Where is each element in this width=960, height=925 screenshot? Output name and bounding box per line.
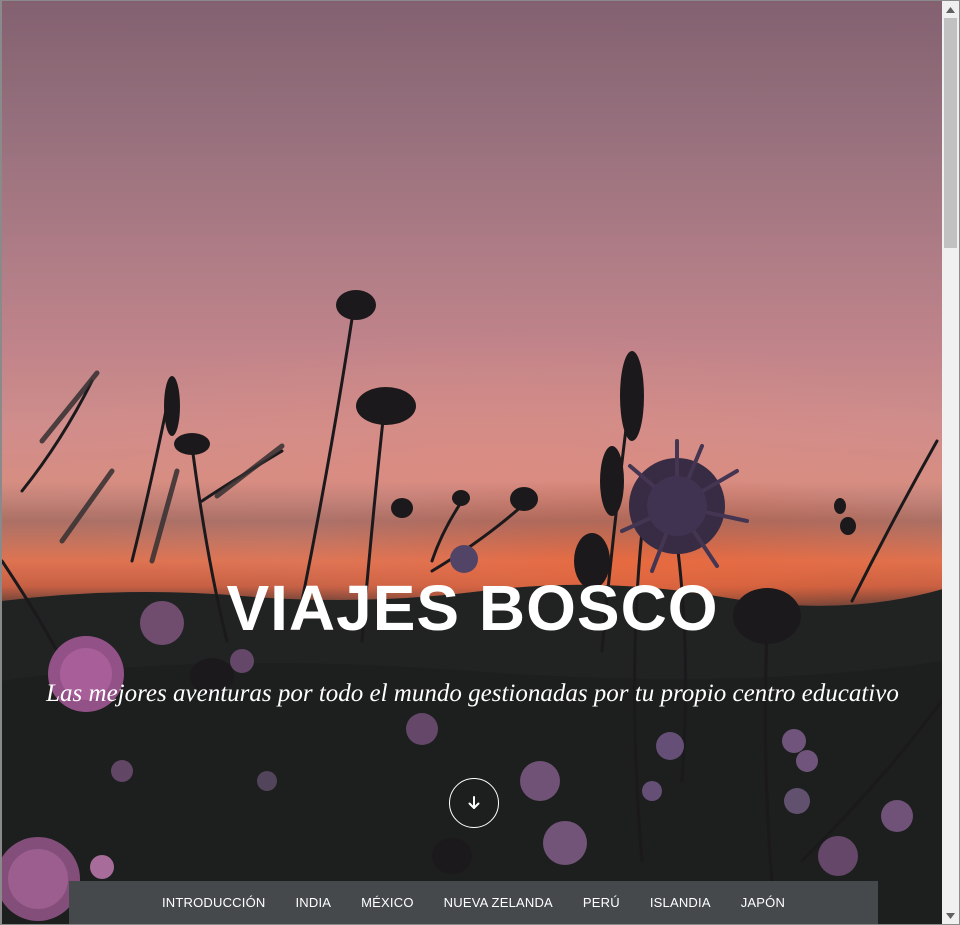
site-tagline: Las mejores aventuras por todo el mundo … — [46, 680, 899, 707]
nav-item-islandia[interactable]: ISLANDIA — [635, 881, 726, 924]
nav-item-peru[interactable]: PERÚ — [568, 881, 635, 924]
scroll-down-button[interactable] — [449, 778, 499, 828]
vertical-scrollbar[interactable] — [942, 1, 959, 924]
arrow-down-icon — [468, 796, 480, 809]
nav-item-mexico[interactable]: MÉXICO — [346, 881, 428, 924]
nav-item-nueva-zelanda[interactable]: NUEVA ZELANDA — [429, 881, 568, 924]
page-viewport: VIAJES BOSCO Las mejores aventuras por t… — [1, 1, 943, 924]
scrollbar-thumb[interactable] — [944, 18, 957, 248]
scroll-up-arrow-icon[interactable] — [942, 1, 959, 18]
nav-item-india[interactable]: INDIA — [280, 881, 346, 924]
scroll-down-arrow-icon[interactable] — [942, 907, 959, 924]
site-title: VIAJES BOSCO — [226, 572, 719, 644]
main-navigation: INTRODUCCIÓN INDIA MÉXICO NUEVA ZELANDA … — [69, 881, 878, 924]
nav-item-introduccion[interactable]: INTRODUCCIÓN — [147, 881, 281, 924]
nav-item-japon[interactable]: JAPÓN — [726, 881, 800, 924]
